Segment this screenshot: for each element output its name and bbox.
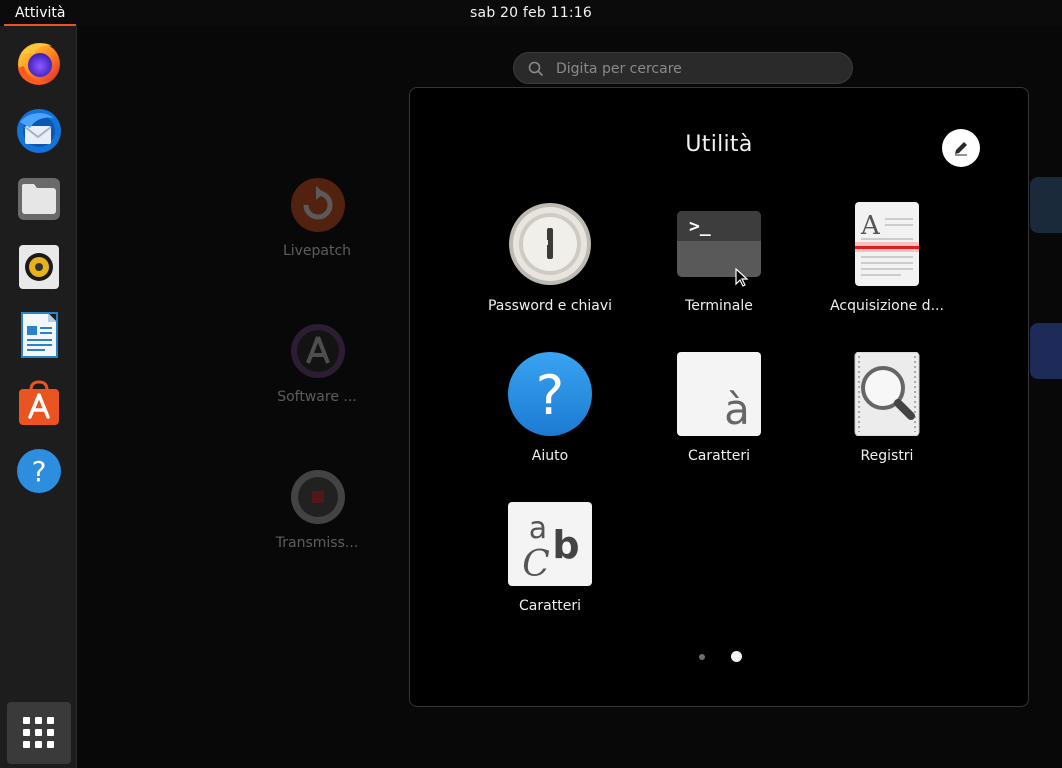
software-icon — [290, 323, 346, 379]
logs-icon — [845, 352, 929, 436]
libreoffice-writer-icon[interactable] — [14, 310, 64, 360]
seahorse-icon — [508, 202, 592, 286]
ubuntu-software-icon[interactable] — [14, 378, 64, 428]
app-tile-logs[interactable]: Registri — [803, 352, 971, 492]
bg-app-icon — [1030, 323, 1062, 379]
help-icon[interactable]: ? — [14, 446, 64, 496]
svg-text:C: C — [522, 544, 550, 585]
app-label: Aiuto — [531, 448, 569, 464]
svg-text:?: ? — [536, 364, 565, 427]
bg-app-icon — [1030, 177, 1062, 233]
files-icon[interactable] — [14, 174, 64, 224]
app-label: Acquisizione d... — [830, 298, 944, 314]
app-label: Caratteri — [519, 598, 581, 614]
mouse-cursor-icon — [735, 268, 749, 287]
clock[interactable]: sab 20 feb 11:16 — [0, 0, 1062, 26]
rhythmbox-icon[interactable] — [14, 242, 64, 292]
app-tile-character-map[interactable]: à Caratteri — [635, 352, 803, 492]
svg-text:a: a — [529, 511, 547, 546]
app-tile-fonts[interactable]: a C b Caratteri — [466, 502, 634, 642]
svg-text:A: A — [860, 211, 881, 241]
svg-text:à: à — [724, 385, 750, 434]
search-bar[interactable] — [513, 52, 853, 85]
folder-title[interactable]: Utilità — [410, 132, 1028, 157]
app-label: Registri — [860, 448, 914, 464]
app-tile-document-scanner[interactable]: A Acquisizione d... — [803, 202, 971, 342]
app-tile-password-keys[interactable]: Password e chiavi — [466, 202, 634, 342]
page-dot-2[interactable] — [731, 651, 742, 662]
svg-text:b: b — [552, 523, 579, 567]
app-tile-help[interactable]: ? Aiuto — [466, 352, 634, 492]
bg-app-label: Transmiss... — [275, 535, 359, 551]
app-grid-icon — [23, 717, 54, 748]
page-dot-1[interactable] — [699, 654, 705, 660]
svg-text:?: ? — [32, 455, 47, 488]
document-scanner-icon: A — [845, 202, 929, 286]
dock: ? — [0, 26, 77, 768]
app-tile-terminal[interactable]: >_ Terminale — [635, 202, 803, 342]
svg-text:>_: >_ — [689, 216, 711, 237]
app-label: Terminale — [685, 298, 753, 314]
app-label: Password e chiavi — [487, 298, 613, 314]
character-map-icon: à — [677, 352, 761, 436]
top-bar: Attività sab 20 feb 11:16 — [0, 0, 1062, 26]
bg-app-label: Software ... — [277, 389, 357, 405]
search-input[interactable] — [554, 53, 838, 85]
livepatch-icon — [290, 177, 346, 233]
search-icon — [528, 61, 544, 77]
bg-app-label: Livepatch — [282, 243, 352, 259]
help-icon: ? — [508, 352, 592, 436]
app-folder-popup: Utilità Password e chiavi >_ Terminale A… — [409, 87, 1029, 707]
edit-pencil-icon — [955, 142, 967, 156]
fonts-icon: a C b — [508, 502, 592, 586]
app-label: Caratteri — [688, 448, 750, 464]
rename-folder-button[interactable] — [942, 129, 980, 167]
thunderbird-icon[interactable] — [14, 106, 64, 156]
transmission-icon — [290, 469, 346, 525]
show-applications-button[interactable] — [7, 702, 71, 764]
firefox-icon[interactable] — [14, 38, 64, 88]
